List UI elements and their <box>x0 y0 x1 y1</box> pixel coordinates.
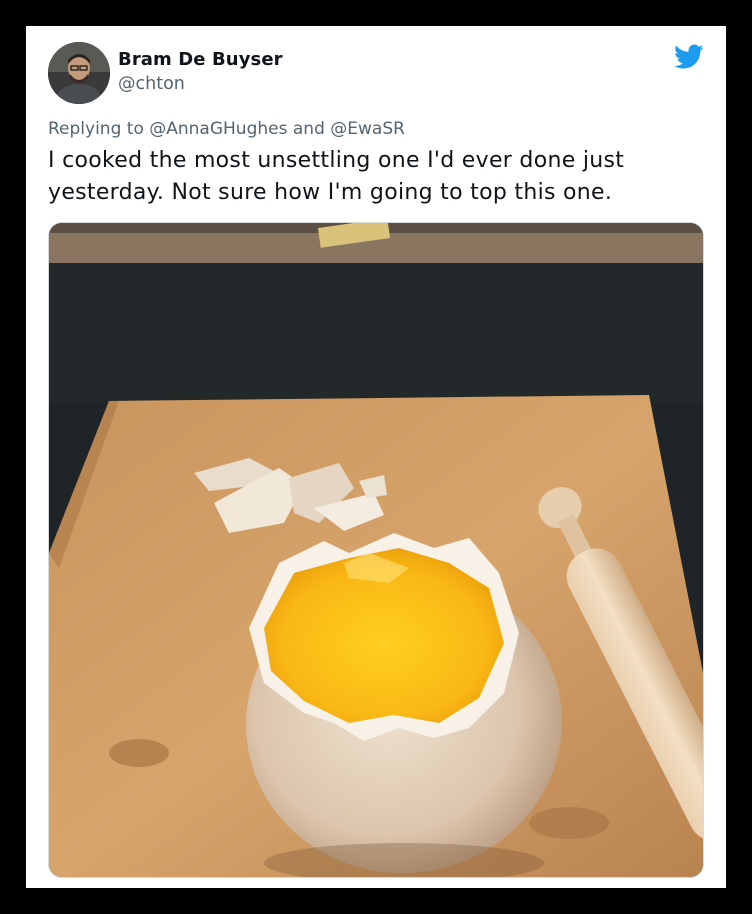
reply-joiner: and <box>292 119 325 139</box>
reply-prefix: Replying to <box>48 119 144 139</box>
author-avatar[interactable] <box>48 42 110 104</box>
user-avatar-photo <box>48 42 110 104</box>
reply-context: Replying to @AnnaGHughes and @EwaSR <box>48 119 405 139</box>
tweet-card: Bram De Buyser @chton Replying to @AnnaG… <box>26 26 726 888</box>
author-handle[interactable]: @chton <box>118 74 185 94</box>
mention-link-ewasr[interactable]: @EwaSR <box>330 119 405 139</box>
egg-on-cutting-board-photo <box>49 223 703 877</box>
tweet-text: I cooked the most unsettling one I'd eve… <box>48 148 625 205</box>
author-display-name[interactable]: Bram De Buyser <box>118 49 283 70</box>
twitter-bird-icon <box>674 44 704 70</box>
tweet-media-photo[interactable] <box>48 222 704 878</box>
mention-link-annaghughes[interactable]: @AnnaGHughes <box>149 119 287 139</box>
